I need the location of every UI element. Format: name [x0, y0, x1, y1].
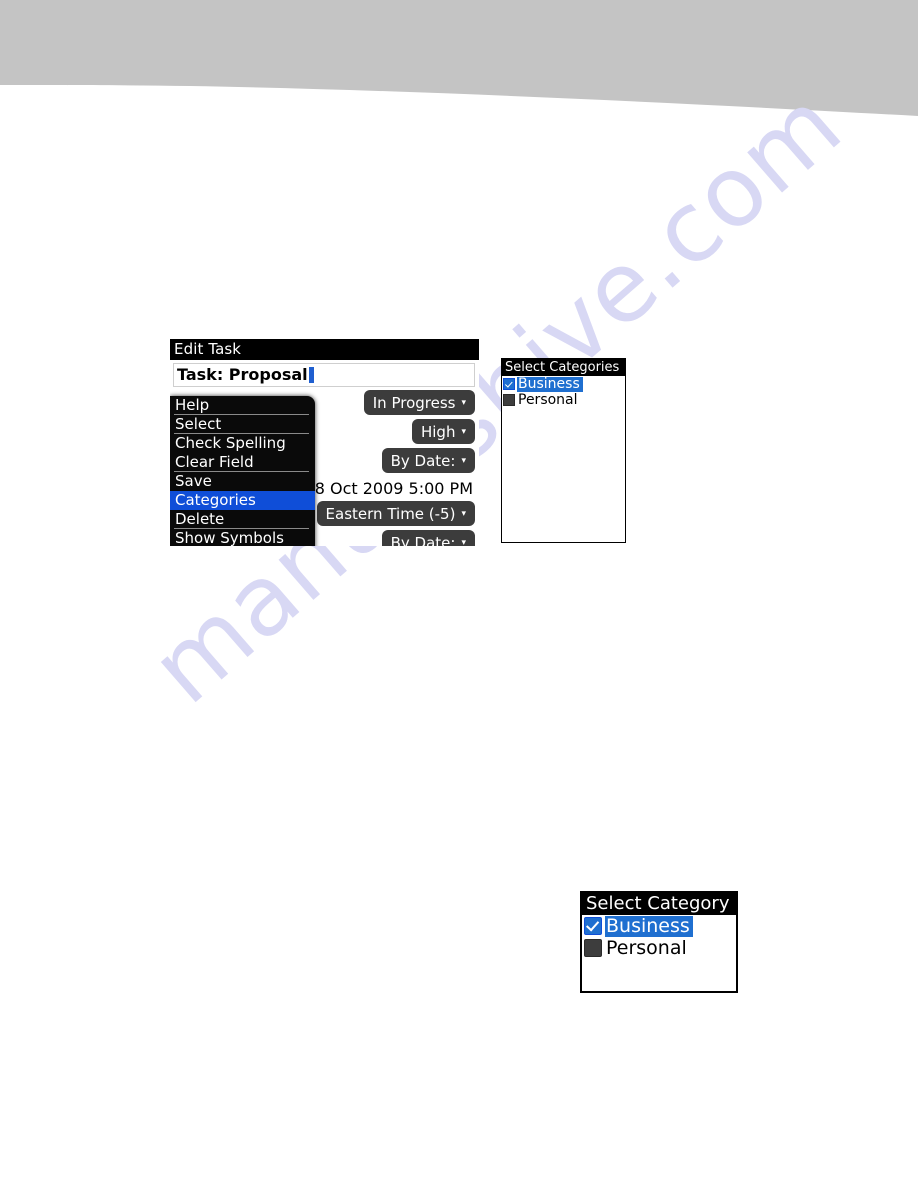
checkbox-checked-icon[interactable]	[584, 917, 602, 935]
select-category-title: Select Category	[582, 893, 736, 915]
edit-task-screen: Edit Task Status: Priority: Due: Time Zo…	[170, 339, 479, 546]
task-input-value: Task: Proposal	[177, 365, 314, 384]
category-row-business[interactable]: Business	[582, 915, 736, 937]
chevron-down-icon: ▾	[461, 456, 466, 466]
select-categories-panel: Select Categories Business Personal	[501, 358, 626, 543]
menu-item-delete[interactable]: Delete	[170, 510, 315, 529]
task-input-field[interactable]: Task: Proposal	[173, 363, 475, 387]
menu-item-categories[interactable]: Categories	[170, 491, 315, 510]
category-row-personal[interactable]: Personal	[582, 937, 736, 959]
reminder-dropdown[interactable]: By Date: ▾	[381, 530, 475, 547]
menu-item-select[interactable]: Select	[170, 415, 315, 434]
priority-dropdown[interactable]: High ▾	[411, 419, 475, 444]
checkbox-checked-icon[interactable]	[503, 378, 515, 390]
select-category-panel: Select Category Business Personal	[580, 891, 738, 993]
time-zone-dropdown[interactable]: Eastern Time (-5) ▾	[316, 501, 475, 526]
menu-item-show-symbols[interactable]: Show Symbols	[170, 529, 315, 546]
select-category-list: Business Personal	[582, 915, 736, 959]
category-label: Personal	[518, 391, 578, 408]
select-categories-list: Business Personal	[502, 376, 625, 408]
category-label: Business	[517, 376, 583, 392]
chevron-down-icon: ▾	[461, 398, 466, 408]
priority-dropdown-label: High	[420, 422, 456, 441]
chevron-down-icon: ▾	[461, 509, 466, 519]
category-row-personal[interactable]: Personal	[502, 392, 625, 408]
chevron-down-icon: ▾	[461, 538, 466, 547]
page-header-banner	[0, 0, 918, 116]
checkbox-unchecked-icon[interactable]	[503, 394, 515, 406]
edit-task-form: Status: Priority: Due: Time Zone: Task: …	[170, 360, 479, 546]
screen-title: Edit Task	[170, 339, 479, 360]
menu-item-help[interactable]: Help	[170, 396, 315, 415]
time-zone-dropdown-label: Eastern Time (-5)	[325, 504, 456, 523]
category-label: Personal	[606, 936, 687, 959]
reminder-dropdown-label: By Date:	[390, 533, 456, 547]
status-dropdown-label: In Progress	[372, 393, 456, 412]
menu-item-check-spelling[interactable]: Check Spelling	[170, 434, 315, 453]
chevron-down-icon: ▾	[461, 427, 466, 437]
context-menu: Help Select Check Spelling Clear Field S…	[170, 396, 315, 546]
select-categories-title: Select Categories	[502, 359, 625, 376]
menu-item-save[interactable]: Save	[170, 472, 315, 491]
due-dropdown[interactable]: By Date: ▾	[381, 448, 475, 473]
checkbox-unchecked-icon[interactable]	[584, 939, 602, 957]
status-dropdown[interactable]: In Progress ▾	[363, 390, 475, 415]
category-row-business[interactable]: Business	[502, 376, 625, 392]
due-dropdown-label: By Date:	[390, 451, 456, 470]
text-caret	[308, 367, 314, 383]
menu-item-clear-field[interactable]: Clear Field	[170, 453, 315, 472]
category-label: Business	[605, 915, 693, 937]
